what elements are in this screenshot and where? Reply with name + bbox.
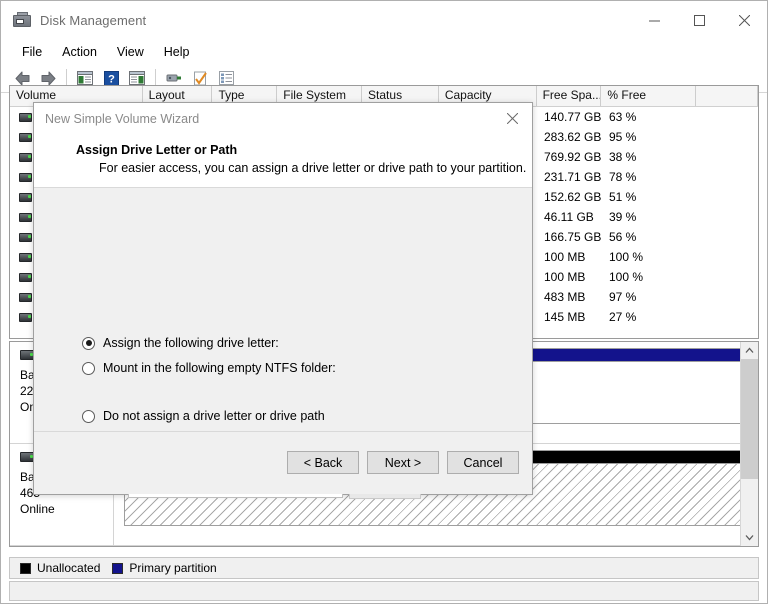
radio-button-icon <box>82 361 95 375</box>
close-icon[interactable] <box>492 103 532 134</box>
cell-free-space: 231.71 GB <box>544 170 602 184</box>
drive-icon <box>19 132 32 142</box>
drive-icon <box>19 192 32 202</box>
drive-icon <box>19 272 32 282</box>
cell-free-space: 140.77 GB <box>544 110 602 124</box>
cell-pct-free: 97 % <box>609 290 637 304</box>
cell-pct-free: 100 % <box>609 270 644 284</box>
cell-pct-free: 95 % <box>609 130 637 144</box>
cell-free-space: 283.62 GB <box>544 130 602 144</box>
scroll-thumb[interactable] <box>741 359 758 479</box>
legend-swatch <box>112 562 124 574</box>
drive-icon <box>19 112 32 122</box>
drive-icon <box>19 212 32 222</box>
dialog-subheading: For easier access, you can assign a driv… <box>99 161 527 175</box>
radio-button-icon <box>82 336 95 350</box>
cell-pct-free: 27 % <box>609 310 637 324</box>
legend: Unallocated Primary partition <box>9 557 759 579</box>
cell-pct-free: 51 % <box>609 190 637 204</box>
status-bar <box>9 581 759 601</box>
radio-no-drive-letter[interactable]: Do not assign a drive letter or drive pa… <box>82 409 325 423</box>
drive-icon <box>19 232 32 242</box>
drive-icon <box>19 152 32 162</box>
radio-assign-drive-letter-label: Assign the following drive letter: <box>103 336 279 350</box>
cell-free-space: 769.92 GB <box>544 150 602 164</box>
scroll-down-icon[interactable] <box>741 529 758 546</box>
radio-mount-ntfs-folder-label: Mount in the following empty NTFS folder… <box>103 361 336 375</box>
title-bar: Disk Management <box>1 1 767 40</box>
radio-button-icon <box>82 409 95 423</box>
legend-label: Primary partition <box>129 561 217 575</box>
legend-item: Primary partition <box>112 561 217 575</box>
dialog-body: Assign the following drive letter: I Mou… <box>34 188 532 499</box>
column-header-blank[interactable] <box>696 86 758 106</box>
menu-view[interactable]: View <box>108 42 153 63</box>
maximize-icon[interactable] <box>677 1 722 39</box>
radio-mount-ntfs-folder[interactable]: Mount in the following empty NTFS folder… <box>82 361 336 375</box>
column-header-free[interactable]: % Free <box>601 86 697 106</box>
new-simple-volume-wizard-dialog: New Simple Volume Wizard Assign Drive Le… <box>33 102 533 499</box>
legend-label: Unallocated <box>37 561 101 575</box>
menu-help[interactable]: Help <box>155 42 199 63</box>
cell-free-space: 100 MB <box>544 250 586 264</box>
drive-icon <box>19 292 32 302</box>
dialog-title: New Simple Volume Wizard <box>45 111 200 126</box>
column-header-free-spa[interactable]: Free Spa... <box>537 86 602 106</box>
scroll-up-icon[interactable] <box>741 342 758 359</box>
cell-pct-free: 63 % <box>609 110 637 124</box>
minimize-icon[interactable] <box>632 1 677 39</box>
window-controls <box>632 1 767 39</box>
cell-pct-free: 39 % <box>609 210 637 224</box>
menu-file[interactable]: File <box>13 42 51 63</box>
cell-free-space: 483 MB <box>544 290 586 304</box>
svg-text:?: ? <box>108 73 115 85</box>
menu-action[interactable]: Action <box>53 42 106 63</box>
radio-assign-drive-letter[interactable]: Assign the following drive letter: <box>82 336 279 350</box>
cancel-button[interactable]: Cancel <box>447 451 519 474</box>
disk-status: Online <box>20 502 55 516</box>
disk-management-icon <box>13 12 31 28</box>
cell-free-space: 152.62 GB <box>544 190 602 204</box>
dialog-title-bar: New Simple Volume Wizard <box>34 103 532 134</box>
window-title: Disk Management <box>40 12 147 28</box>
cell-pct-free: 78 % <box>609 170 637 184</box>
back-button[interactable]: < Back <box>287 451 359 474</box>
close-icon[interactable] <box>722 1 767 39</box>
radio-no-drive-letter-label: Do not assign a drive letter or drive pa… <box>103 409 325 423</box>
cell-pct-free: 56 % <box>609 230 637 244</box>
disk-management-window: Disk Management File Action View Help ? … <box>0 0 768 604</box>
cell-free-space: 145 MB <box>544 310 586 324</box>
next-button[interactable]: Next > <box>367 451 439 474</box>
disk-pane-scrollbar[interactable] <box>740 342 758 546</box>
legend-item: Unallocated <box>20 561 100 575</box>
dialog-header: Assign Drive Letter or Path For easier a… <box>34 134 532 188</box>
cell-pct-free: 38 % <box>609 150 637 164</box>
cell-pct-free: 100 % <box>609 250 644 264</box>
dialog-footer: < Back Next > Cancel <box>34 431 532 494</box>
dialog-heading: Assign Drive Letter or Path <box>76 143 238 157</box>
drive-icon <box>19 252 32 262</box>
cell-free-space: 46.11 GB <box>544 210 594 224</box>
menu-bar: File Action View Help <box>1 40 767 64</box>
cell-free-space: 166.75 GB <box>544 230 602 244</box>
legend-swatch <box>20 562 31 574</box>
cell-free-space: 100 MB <box>544 270 586 284</box>
drive-icon <box>19 312 32 322</box>
drive-icon <box>19 172 32 182</box>
